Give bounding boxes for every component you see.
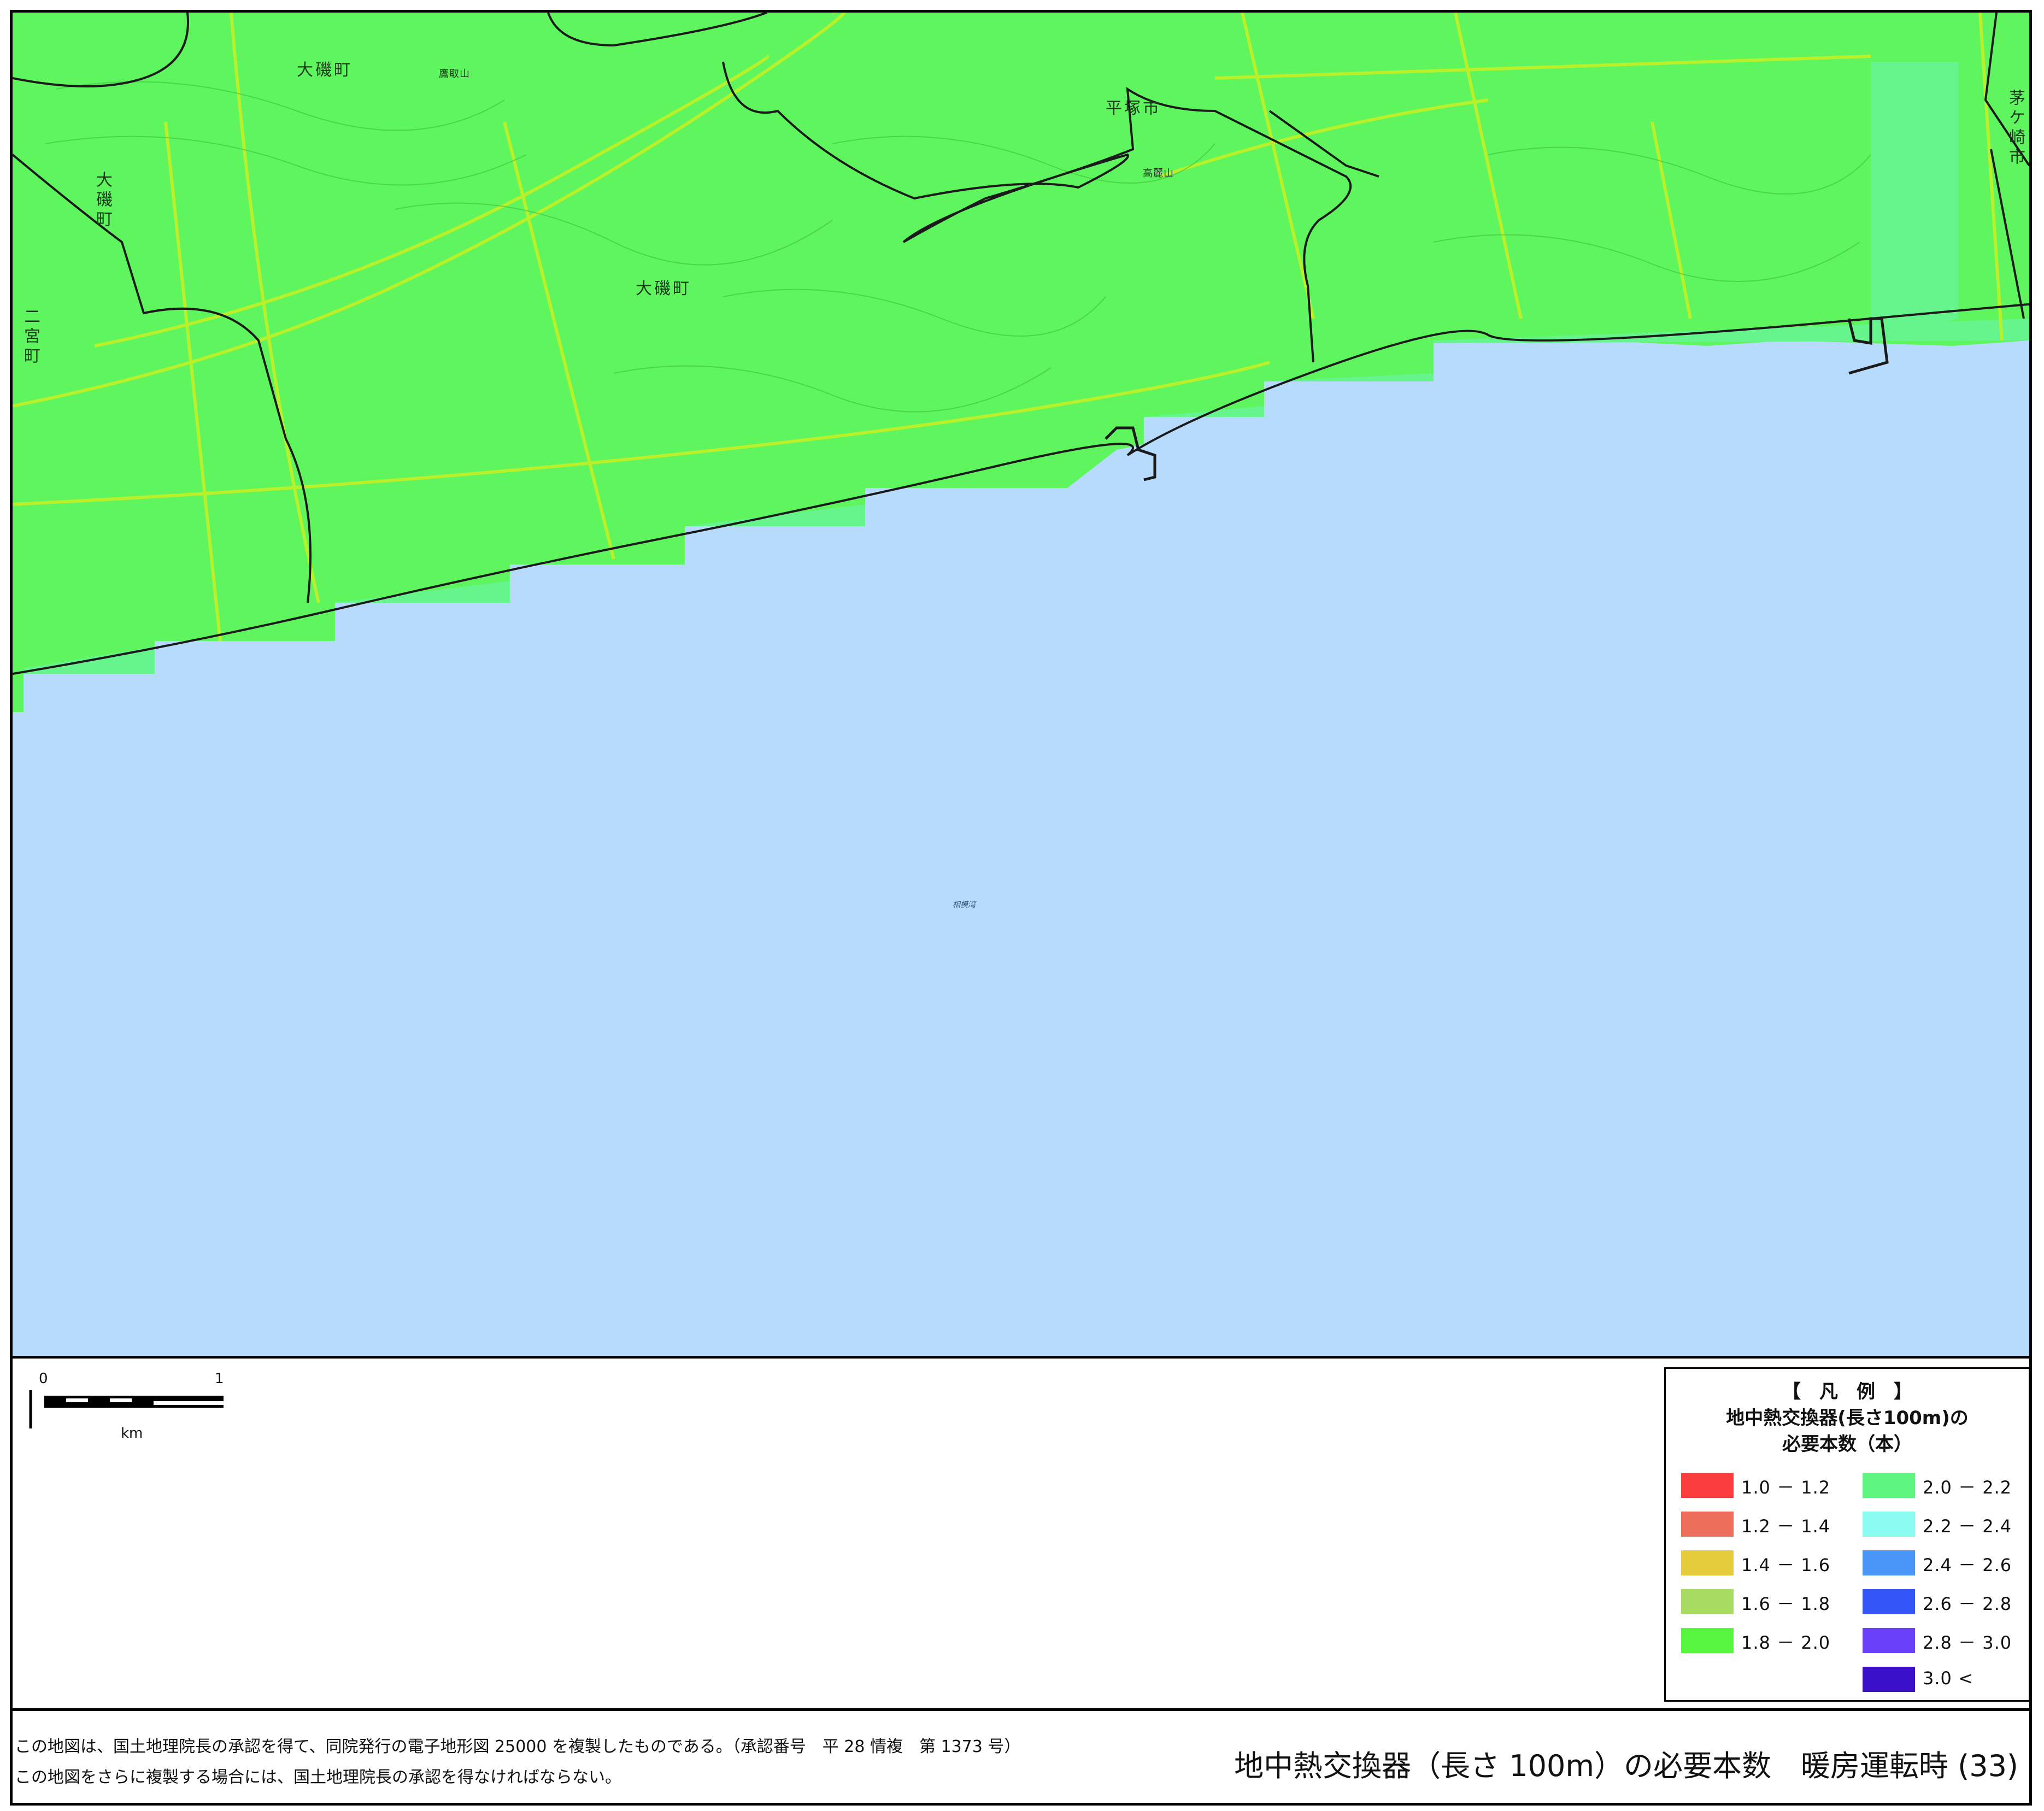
- place-label-chigasaki: 茅ケ崎市: [2006, 89, 2025, 168]
- legend-item-label: 2.0 － 2.2: [1923, 1477, 2012, 1498]
- peak-label-takatori: 鷹取山: [439, 68, 470, 80]
- place-label-ninomiya: 二宮町: [21, 308, 40, 367]
- legend-swatch: [1863, 1589, 1915, 1614]
- copyright-note-line2: この地図をさらに複製する場合には、国土地理院長の承認を得なければならない。: [15, 1768, 621, 1787]
- legend-item: 2.4 － 2.6: [1863, 1550, 2037, 1575]
- map-footer: この地図は、国土地理院長の承認を得て、同院発行の電子地形図 25000 を複製し…: [10, 1708, 2032, 1806]
- legend-item: 2.8 － 3.0: [1863, 1628, 2037, 1653]
- legend-swatch: [1863, 1512, 1915, 1537]
- legend-item: 2.6 － 2.8: [1863, 1589, 2037, 1614]
- legend-swatch: [1681, 1512, 1734, 1537]
- legend-swatch: [1863, 1473, 1915, 1498]
- legend-panel: 【 凡 例 】 地中熱交換器(長さ100m)の 必要本数（本） 1.0 － 1.…: [1664, 1367, 2030, 1702]
- map-title: 地中熱交換器（長さ 100m）の必要本数 暖房運転時 (33): [1234, 1749, 2018, 1783]
- legend-item-label: 2.6 － 2.8: [1923, 1594, 2012, 1614]
- copyright-note-line1: この地図は、国土地理院長の承認を得て、同院発行の電子地形図 25000 を複製し…: [15, 1737, 1021, 1756]
- place-label-ooiso-west: 大磯町: [93, 171, 112, 230]
- scale-bar-end: 1: [215, 1371, 224, 1387]
- legend-item: 1.4 － 1.6: [1681, 1550, 1856, 1575]
- sea-label: 相模湾: [953, 901, 976, 909]
- legend-item-label: 1.8 － 2.0: [1741, 1632, 1831, 1653]
- scale-bar-start: 0: [39, 1371, 48, 1387]
- legend-item-label: 2.8 － 3.0: [1923, 1632, 2012, 1653]
- legend-item-label: 3.0 <: [1923, 1668, 1973, 1689]
- legend-item-label: 1.2 － 1.4: [1741, 1516, 1831, 1537]
- legend-item: 2.0 － 2.2: [1863, 1473, 2037, 1498]
- map-canvas: [13, 13, 2029, 1356]
- legend-swatch: [1681, 1628, 1734, 1653]
- legend-item: 3.0 <: [1863, 1667, 2037, 1692]
- scale-bar: 0 1 km: [29, 1371, 226, 1442]
- legend-swatch: [1681, 1589, 1734, 1614]
- legend-item-label: 1.6 － 1.8: [1741, 1594, 1831, 1614]
- place-label-ooiso-north: 大磯町: [297, 61, 353, 80]
- legend-swatch: [1681, 1473, 1734, 1498]
- legend-title-line2: 必要本数（本）: [1782, 1433, 1912, 1455]
- coast-tint-zone: [1871, 62, 1958, 340]
- scale-bar-graphic: [29, 1390, 224, 1428]
- legend-item-label: 2.4 － 2.6: [1923, 1555, 2012, 1575]
- peak-label-koma: 高麗山: [1143, 168, 1174, 179]
- legend-swatch: [1863, 1628, 1915, 1653]
- legend-item: 1.0 － 1.2: [1681, 1473, 1856, 1498]
- place-label-hiratsuka: 平塚市: [1106, 99, 1161, 118]
- scale-bar-unit: km: [121, 1425, 143, 1442]
- map-frame[interactable]: 大磯町 平塚市 大磯町 大磯町 二宮町 茅ケ崎市 鷹取山 高麗山 相模湾: [10, 10, 2032, 1359]
- place-label-ooiso-center: 大磯町: [636, 279, 691, 298]
- legend-title-line1: 地中熱交換器(長さ100m)の: [1726, 1407, 1969, 1429]
- legend-heading: 【 凡 例 】: [1782, 1381, 1912, 1403]
- legend-swatch: [1863, 1550, 1915, 1575]
- legend-item-label: 1.4 － 1.6: [1741, 1555, 1831, 1575]
- legend-item-label: 1.0 － 1.2: [1741, 1477, 1831, 1498]
- legend-item: 1.8 － 2.0: [1681, 1628, 1856, 1653]
- legend-swatch: [1863, 1667, 1915, 1692]
- legend-swatch: [1681, 1550, 1734, 1575]
- legend-item: 1.2 － 1.4: [1681, 1512, 1856, 1537]
- legend-item: 1.6 － 1.8: [1681, 1589, 1856, 1614]
- legend-item-label: 2.2 － 2.4: [1923, 1516, 2012, 1537]
- legend-item: 2.2 － 2.4: [1863, 1512, 2037, 1537]
- map-lower-panel: 0 1 km 【 凡 例 】 地中熱交換器(長さ100m)の 必要本数（本） 1…: [10, 1359, 2032, 1708]
